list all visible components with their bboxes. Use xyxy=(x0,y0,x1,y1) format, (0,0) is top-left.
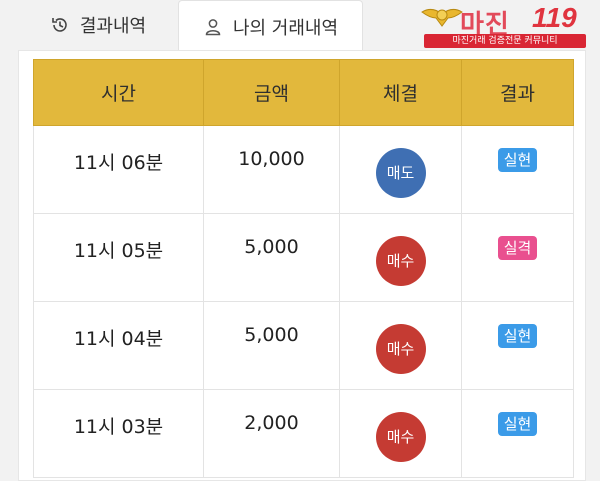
row-time: 11시 06분 xyxy=(33,125,204,214)
buy-badge: 매수 xyxy=(375,323,426,374)
result-badge: 실현 xyxy=(497,412,538,436)
buy-badge: 매수 xyxy=(375,411,426,462)
logo-tagline: 마진거래 검증전문 커뮤니티 xyxy=(424,34,586,48)
header-amount: 금액 xyxy=(203,59,340,126)
trade-table: 시간 금액 체결 결과 11시 06분 10,000 매도 실현 11시 05분… xyxy=(33,59,574,478)
row-amount: 5,000 xyxy=(203,301,340,390)
tab-bar: 결과내역 나의 거래내역 마진 119 마진거래 검증전문 커뮤니티 xyxy=(0,0,600,52)
table-row: 11시 04분 5,000 매수 실현 xyxy=(33,301,574,390)
header-time: 시간 xyxy=(33,59,204,126)
user-icon xyxy=(203,17,223,37)
history-icon xyxy=(50,15,70,35)
logo-number: 119 xyxy=(532,2,577,33)
table-row: 11시 06분 10,000 매도 실현 xyxy=(33,125,574,214)
row-time: 11시 05분 xyxy=(33,213,204,302)
tab-my-trades-label: 나의 거래내역 xyxy=(232,17,339,39)
table-row: 11시 05분 5,000 매수 실격 xyxy=(33,213,574,302)
table-header-row: 시간 금액 체결 결과 xyxy=(33,59,574,126)
tab-history-label: 결과내역 xyxy=(79,16,147,37)
header-result: 결과 xyxy=(461,59,574,126)
row-time: 11시 03분 xyxy=(33,389,204,478)
buy-badge: 매수 xyxy=(375,235,426,286)
result-badge: 실격 xyxy=(497,236,538,260)
row-amount: 10,000 xyxy=(203,125,340,214)
site-logo: 마진 119 마진거래 검증전문 커뮤니티 xyxy=(420,2,590,48)
result-badge: 실현 xyxy=(497,148,538,172)
tab-my-trades[interactable]: 나의 거래내역 xyxy=(178,0,363,52)
trade-history-panel: 시간 금액 체결 결과 11시 06분 10,000 매도 실현 11시 05분… xyxy=(18,50,586,481)
header-trade: 체결 xyxy=(339,59,462,126)
row-time: 11시 04분 xyxy=(33,301,204,390)
row-amount: 5,000 xyxy=(203,213,340,302)
sell-badge: 매도 xyxy=(375,147,426,198)
result-badge: 실현 xyxy=(497,324,538,348)
row-amount: 2,000 xyxy=(203,389,340,478)
table-row: 11시 03분 2,000 매수 실현 xyxy=(33,389,574,478)
tab-history[interactable]: 결과내역 xyxy=(38,0,158,50)
